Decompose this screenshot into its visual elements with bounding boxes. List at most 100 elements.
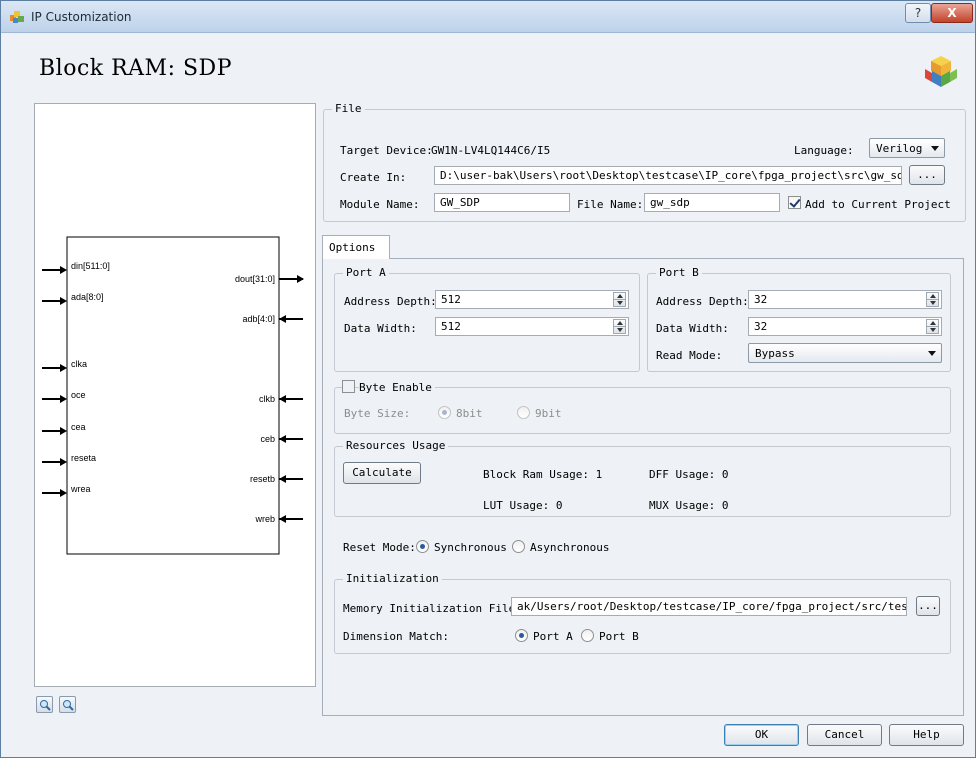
- output-pin-label: wreb: [254, 514, 275, 524]
- input-pin-label: din[511:0]: [71, 261, 110, 271]
- read-mode-label: Read Mode:: [656, 349, 723, 362]
- output-pin: adb[4:0]: [242, 314, 303, 324]
- block-diagram-preview: din[511:0] ada[8:0] clka oce cea reseta wrea d…: [34, 103, 316, 687]
- reset-mode-async-radio[interactable]: [512, 540, 525, 553]
- memory-init-browse-button[interactable]: ...: [916, 596, 940, 616]
- module-name-field[interactable]: GW_SDP: [434, 193, 570, 212]
- window-title: IP Customization: [31, 10, 132, 24]
- reset-mode-sync-label: Synchronous: [434, 541, 507, 554]
- port-a-title: Port A: [343, 266, 389, 279]
- arrow-right-icon: [60, 364, 67, 372]
- reset-mode-sync-radio[interactable]: [416, 540, 429, 553]
- arrow-left-icon: [279, 395, 286, 403]
- arrow-right-icon: [60, 297, 67, 305]
- help-titlebar-button[interactable]: ?: [905, 3, 931, 23]
- title-bar[interactable]: IP Customization ? X: [1, 1, 975, 33]
- byte-enable-label: Byte Enable: [359, 381, 435, 394]
- lut-usage: LUT Usage: 0: [483, 499, 563, 512]
- tab-options[interactable]: Options: [322, 235, 390, 259]
- port-b-data-width-value: 32: [754, 320, 768, 333]
- output-pin: clkb: [259, 394, 303, 404]
- target-device-value: GW1N-LV4LQ144C6/I5: [431, 144, 551, 157]
- port-a-data-width-spinner[interactable]: 512: [435, 317, 629, 336]
- dimension-port-b-label: Port B: [599, 630, 639, 643]
- resources-usage-title: Resources Usage: [343, 439, 449, 452]
- calculate-button[interactable]: Calculate: [343, 462, 421, 484]
- add-to-project-checkbox[interactable]: [788, 196, 801, 209]
- output-pin-label: resetb: [250, 474, 275, 484]
- dimension-port-a-label: Port A: [533, 630, 573, 643]
- port-b-data-width-label: Data Width:: [656, 322, 729, 335]
- port-a-address-depth-value: 512: [441, 293, 461, 306]
- byte-enable-checkbox[interactable]: [342, 380, 355, 393]
- ip-customization-window: IP Customization ? X Block RAM: SDP din[…: [0, 0, 976, 758]
- read-mode-select[interactable]: Bypass: [748, 343, 942, 363]
- byte-size-9bit-radio[interactable]: [517, 406, 530, 419]
- arrow-right-icon: [60, 266, 67, 274]
- zoom-out-icon: [63, 700, 74, 711]
- cancel-button[interactable]: Cancel: [807, 724, 882, 746]
- dialog-body: Block RAM: SDP din[511:0] ada[8:0] clka oce…: [7, 34, 969, 752]
- block-diagram: din[511:0] ada[8:0] clka oce cea reseta wrea d…: [42, 236, 304, 555]
- output-pin-label: dout[31:0]: [235, 274, 275, 284]
- port-a-data-width-label: Data Width:: [344, 322, 417, 335]
- output-pin: ceb: [260, 434, 303, 444]
- file-name-field[interactable]: gw_sdp: [644, 193, 780, 212]
- language-label: Language:: [794, 144, 854, 157]
- arrow-right-icon: [60, 427, 67, 435]
- zoom-in-button[interactable]: [36, 696, 53, 713]
- byte-size-8bit-radio[interactable]: [438, 406, 451, 419]
- spinner-arrows-icon[interactable]: [613, 319, 626, 334]
- close-button[interactable]: X: [931, 3, 973, 23]
- dimension-port-a-radio[interactable]: [515, 629, 528, 642]
- arrow-left-icon: [279, 515, 286, 523]
- spinner-arrows-icon[interactable]: [926, 319, 939, 334]
- arrow-left-icon: [279, 475, 286, 483]
- port-b-address-depth-label: Address Depth:: [656, 295, 749, 308]
- byte-enable-group: [334, 387, 951, 434]
- ok-button[interactable]: OK: [724, 724, 799, 746]
- zoom-out-button[interactable]: [59, 696, 76, 713]
- port-b-title: Port B: [656, 266, 702, 279]
- dimension-match-label: Dimension Match:: [343, 630, 449, 643]
- byte-size-8bit-label: 8bit: [456, 407, 483, 420]
- chevron-down-icon: [928, 351, 936, 356]
- dff-usage: DFF Usage: 0: [649, 468, 729, 481]
- memory-init-file-label: Memory Initialization File:: [343, 602, 522, 615]
- language-select-value: Verilog: [876, 142, 923, 155]
- arrow-right-icon: [60, 489, 67, 497]
- help-button[interactable]: Help: [889, 724, 964, 746]
- reset-mode-label: Reset Mode:: [343, 541, 416, 554]
- arrow-left-icon: [279, 315, 286, 323]
- output-pin-label: clkb: [259, 394, 275, 404]
- dimension-port-b-radio[interactable]: [581, 629, 594, 642]
- ip-core-icon: [10, 11, 24, 23]
- input-pin-label: cea: [71, 422, 86, 432]
- add-to-project-label: Add to Current Project: [805, 198, 951, 211]
- create-in-browse-button[interactable]: ...: [909, 165, 945, 185]
- spinner-arrows-icon[interactable]: [926, 292, 939, 307]
- memory-init-file-field[interactable]: ak/Users/root/Desktop/testcase/IP_core/f…: [511, 597, 907, 616]
- port-b-address-depth-spinner[interactable]: 32: [748, 290, 942, 309]
- arrow-right-icon: [297, 275, 304, 283]
- arrow-left-icon: [279, 435, 286, 443]
- sdp-block: [66, 236, 280, 555]
- arrow-right-icon: [60, 458, 67, 466]
- input-pin-label: oce: [71, 390, 86, 400]
- mux-usage: MUX Usage: 0: [649, 499, 729, 512]
- output-pin-label: adb[4:0]: [242, 314, 275, 324]
- create-in-field[interactable]: D:\user-bak\Users\root\Desktop\testcase\…: [434, 166, 902, 185]
- port-b-address-depth-value: 32: [754, 293, 768, 306]
- port-a-address-depth-spinner[interactable]: 512: [435, 290, 629, 309]
- gowin-ip-logo-icon: [925, 56, 957, 87]
- page-title: Block RAM: SDP: [39, 56, 232, 81]
- input-pin-label: wrea: [70, 484, 91, 494]
- initialization-title: Initialization: [343, 572, 442, 585]
- spinner-arrows-icon[interactable]: [613, 292, 626, 307]
- output-pin: dout[31:0]: [235, 274, 304, 284]
- byte-size-label: Byte Size:: [344, 407, 411, 420]
- port-b-data-width-spinner[interactable]: 32: [748, 317, 942, 336]
- port-a-data-width-value: 512: [441, 320, 461, 333]
- language-select[interactable]: Verilog: [869, 138, 945, 158]
- zoom-in-icon: [40, 700, 51, 711]
